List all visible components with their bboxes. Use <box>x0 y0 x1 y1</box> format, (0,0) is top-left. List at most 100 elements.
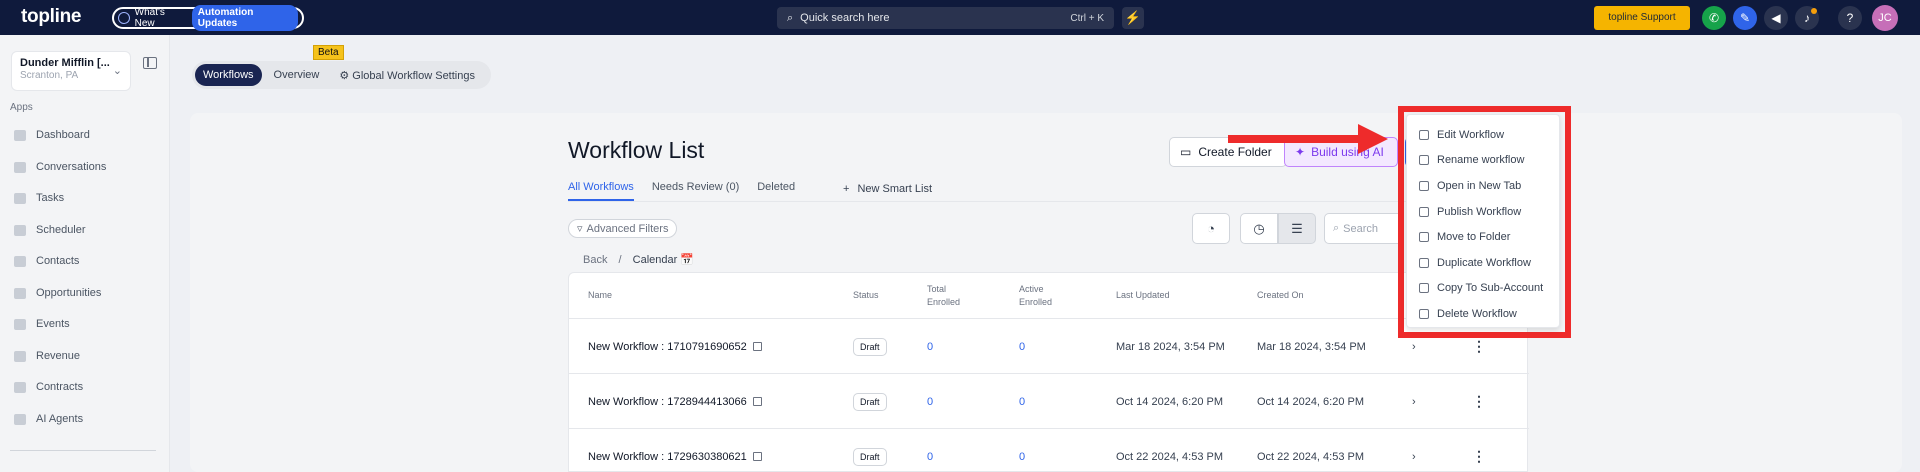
workflow-name[interactable]: New Workflow : 1710791690652 <box>588 319 762 374</box>
breadcrumb: Back / Calendar 📅 <box>583 253 694 266</box>
kebab-menu-icon[interactable]: ⋮ <box>1472 429 1486 472</box>
table-row[interactable]: New Workflow : 1729630380621 Draft 0 0 O… <box>569 428 1529 472</box>
sidebar-item-label: AI Agents <box>36 413 84 425</box>
status-badge: Draft <box>853 374 887 429</box>
chevron-right-icon[interactable]: › <box>1412 374 1416 429</box>
sidebar-item-opportunities[interactable]: Opportunities <box>14 283 101 303</box>
phone-icon[interactable]: ✆ <box>1702 6 1726 30</box>
tab-overview[interactable]: Overview <box>266 64 328 86</box>
account-name: Dunder Mifflin [... <box>20 57 110 69</box>
sidebar-item-conversations[interactable]: Conversations <box>14 157 106 177</box>
table-row[interactable]: New Workflow : 1710791690652 Draft 0 0 M… <box>569 318 1529 373</box>
sidebar-item-scheduler[interactable]: Scheduler <box>14 220 86 240</box>
active-enrolled[interactable]: 0 <box>1019 319 1025 374</box>
total-enrolled[interactable]: 0 <box>927 319 933 374</box>
beta-badge: Beta <box>313 45 344 60</box>
lightning-icon[interactable]: ⚡ <box>1122 7 1144 29</box>
workflow-name-text: New Workflow : 1728944413066 <box>588 395 747 408</box>
workflow-name[interactable]: New Workflow : 1729630380621 <box>588 429 762 472</box>
col-last-updated: Last Updated <box>1116 290 1170 300</box>
workflow-name-text: New Workflow : 1710791690652 <box>588 340 747 353</box>
sidebar-item-events[interactable]: Events <box>14 314 70 334</box>
automation-updates-pill[interactable]: Automation Updates <box>191 5 298 31</box>
menu-item-publish-workflow[interactable]: Publish Workflow <box>1407 199 1559 225</box>
menu-item-label: Edit Workflow <box>1437 128 1505 141</box>
created-on: Oct 22 2024, 4:53 PM <box>1257 450 1365 463</box>
external-link-icon <box>1419 180 1429 191</box>
active-enrolled[interactable]: 0 <box>1019 429 1025 472</box>
external-link-icon[interactable] <box>752 397 762 406</box>
chat-icon <box>14 161 26 173</box>
tab-global-settings[interactable]: ⚙ Global Workflow Settings <box>331 64 483 87</box>
col-total-enrolled: Total Enrolled <box>927 283 961 307</box>
page-tabs: Workflows Overview ⚙ Global Workflow Set… <box>192 61 491 89</box>
menu-item-label: Publish Workflow <box>1437 205 1522 218</box>
history-icon[interactable]: ◔ <box>1192 213 1230 244</box>
help-icon[interactable]: ? <box>1838 6 1862 30</box>
chevron-right-icon[interactable]: › <box>1412 429 1416 472</box>
clock-icon[interactable]: ◷ <box>1240 213 1278 244</box>
sidebar-collapse-icon[interactable] <box>143 57 157 69</box>
menu-item-delete-workflow[interactable]: Delete Workflow <box>1407 301 1559 327</box>
subtab-needs-review[interactable]: Needs Review (0) <box>652 181 739 201</box>
sidebar-item-contracts[interactable]: Contracts <box>14 377 83 397</box>
external-link-icon[interactable] <box>752 342 762 351</box>
sidebar-item-label: Scheduler <box>36 224 86 236</box>
menu-item-copy-to-sub-account[interactable]: Copy To Sub-Account <box>1407 276 1559 302</box>
sidebar-item-label: Dashboard <box>36 129 90 141</box>
avatar[interactable]: JC <box>1872 5 1898 31</box>
workflow-name-text: New Workflow : 1729630380621 <box>588 450 747 463</box>
sidebar-item-tasks[interactable]: Tasks <box>14 188 64 208</box>
whats-new-button[interactable]: What's New Automation Updates <box>112 5 304 31</box>
advanced-filters-button[interactable]: ▿ Advanced Filters <box>568 219 678 238</box>
subtab-all-workflows[interactable]: All Workflows <box>568 181 634 201</box>
logo: topline <box>21 6 82 27</box>
new-smart-list-button[interactable]: + New Smart List <box>843 183 932 195</box>
support-button[interactable]: topline Support <box>1594 6 1690 30</box>
workflow-actions-menu: Edit Workflow Rename workflow Open in Ne… <box>1406 114 1560 328</box>
sidebar-item-contacts[interactable]: Contacts <box>14 251 79 271</box>
breadcrumb-separator: / <box>618 254 622 266</box>
col-active-enrolled: Active Enrolled <box>1019 283 1053 307</box>
sidebar-item-label: Conversations <box>36 161 107 173</box>
calendar-icon <box>14 224 26 236</box>
total-enrolled[interactable]: 0 <box>927 429 933 472</box>
card-icon <box>14 350 26 362</box>
breadcrumb-back[interactable]: Back <box>583 254 607 266</box>
menu-item-move-to-folder[interactable]: Move to Folder <box>1407 224 1559 250</box>
menu-item-duplicate-workflow[interactable]: Duplicate Workflow <box>1407 250 1559 276</box>
announcement-icon <box>118 12 130 24</box>
bell-icon[interactable]: ♪ <box>1795 6 1819 30</box>
play-icon <box>1419 206 1429 217</box>
events-icon <box>14 318 26 330</box>
sidebar-item-dashboard[interactable]: Dashboard <box>14 125 90 145</box>
menu-item-label: Rename workflow <box>1437 154 1525 167</box>
subtab-deleted[interactable]: Deleted <box>757 181 795 201</box>
list-view-icon[interactable]: ☰ <box>1278 213 1316 244</box>
chevron-down-icon: ⌄ <box>112 65 122 77</box>
menu-item-label: Duplicate Workflow <box>1437 256 1531 269</box>
tasks-icon <box>14 192 26 204</box>
apps-label: Apps <box>10 102 33 113</box>
tab-workflows[interactable]: Workflows <box>195 64 262 86</box>
sidebar-item-ai-agents[interactable]: AI Agents <box>14 409 83 429</box>
document-icon <box>14 381 26 393</box>
table-row[interactable]: New Workflow : 1728944413066 Draft 0 0 O… <box>569 373 1529 428</box>
quick-search-input[interactable]: ⌕ Quick search here Ctrl + K <box>777 7 1114 29</box>
megaphone-icon[interactable]: ◀ <box>1764 6 1788 30</box>
active-enrolled[interactable]: 0 <box>1019 374 1025 429</box>
menu-item-open-new-tab[interactable]: Open in New Tab <box>1407 173 1559 199</box>
magic-icon[interactable]: ✎ <box>1733 6 1757 30</box>
col-status: Status <box>853 290 879 300</box>
menu-item-rename-workflow[interactable]: Rename workflow <box>1407 148 1559 174</box>
menu-item-label: Copy To Sub-Account <box>1437 282 1544 295</box>
account-switcher[interactable]: Dunder Mifflin [... Scranton, PA ⌄ <box>11 51 131 91</box>
workflow-name[interactable]: New Workflow : 1728944413066 <box>588 374 762 429</box>
kebab-menu-icon[interactable]: ⋮ <box>1472 374 1486 429</box>
status-text: Draft <box>853 337 887 356</box>
workflow-search-input[interactable]: ⌕ Search <box>1324 213 1404 244</box>
sidebar-item-revenue[interactable]: Revenue <box>14 346 80 366</box>
total-enrolled[interactable]: 0 <box>927 374 933 429</box>
menu-item-edit-workflow[interactable]: Edit Workflow <box>1407 122 1559 148</box>
external-link-icon[interactable] <box>752 452 762 461</box>
